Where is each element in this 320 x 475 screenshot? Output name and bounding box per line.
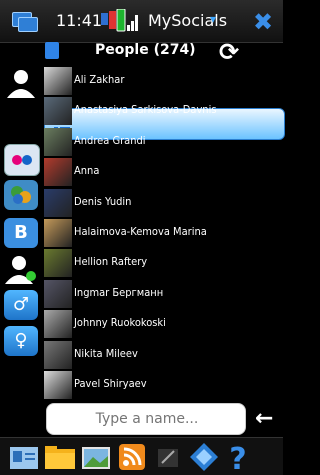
vkontakte-icon[interactable]: B xyxy=(4,218,38,248)
avatar xyxy=(44,188,72,217)
avatar xyxy=(44,127,72,156)
contact-row[interactable]: Ingmar Бергманн xyxy=(44,278,283,308)
avatar xyxy=(44,97,72,126)
page-title: People (274) xyxy=(95,42,196,58)
avatar xyxy=(44,158,72,187)
contacts-icon xyxy=(45,42,59,59)
flickr-icon[interactable] xyxy=(4,144,40,176)
filter-all-people-icon[interactable] xyxy=(4,68,38,98)
search-field[interactable] xyxy=(46,403,247,435)
contact-name: Andrea Grandi xyxy=(74,133,146,147)
clock: 11:41 xyxy=(56,11,103,30)
avatar xyxy=(44,67,72,95)
contact-name: Ali Zakhar xyxy=(74,73,125,86)
photos-icon[interactable] xyxy=(80,441,112,473)
avatar xyxy=(44,249,72,278)
diamond-icon[interactable] xyxy=(188,441,220,473)
contact-row[interactable]: Johnny Ruokokoski xyxy=(44,308,283,339)
contact-row[interactable]: Anastasiya Sarkisova-Davnis xyxy=(44,95,283,126)
male-icon[interactable]: ♂ xyxy=(4,290,38,320)
contact-row[interactable]: Nikita Mileev xyxy=(44,339,283,369)
task-switcher-icon[interactable] xyxy=(12,12,38,32)
app-toolbar: ? xyxy=(0,437,283,475)
people-list: Ali Zakhar Anastasiya Sarkisova-Davnis And… xyxy=(44,65,283,399)
contact-row[interactable]: Denis Yudin xyxy=(44,187,283,217)
help-icon[interactable]: ? xyxy=(222,441,254,473)
contact-row[interactable]: Hellion Raftery xyxy=(44,247,283,278)
avatar xyxy=(44,340,72,369)
folder-icon[interactable] xyxy=(44,441,76,473)
name-search-input[interactable] xyxy=(47,404,247,434)
filter-online-people-icon[interactable] xyxy=(4,254,38,284)
msn-icon[interactable] xyxy=(4,180,38,210)
filter-sidebar: B ♂ ♀ xyxy=(0,64,285,402)
avatar xyxy=(44,279,72,308)
contact-name: Johnny Ruokokoski xyxy=(74,316,166,330)
contact-name: Denis Yudin xyxy=(74,194,132,208)
contact-name: Nikita Mileev xyxy=(74,346,138,360)
contact-name: Anastasiya Sarkisova-Davnis xyxy=(74,103,217,117)
contact-name: Pavel Shiryaev xyxy=(74,376,147,390)
status-bar: 11:41 MySocials ▾ ✖ xyxy=(0,0,283,43)
contact-name: Anna xyxy=(74,164,100,178)
contacts-app-icon[interactable] xyxy=(8,441,40,473)
contact-name: Halaimova-Kemova Marina xyxy=(74,224,207,238)
back-arrow-icon[interactable]: ← xyxy=(255,406,273,431)
contact-row[interactable]: Ali Zakhar xyxy=(44,65,283,95)
avatar xyxy=(44,370,72,399)
rss-icon[interactable] xyxy=(116,441,148,473)
contact-row[interactable]: Pavel Shiryaev xyxy=(44,369,283,399)
close-icon[interactable]: ✖ xyxy=(253,8,273,36)
refresh-icon[interactable]: ⟳ xyxy=(219,38,239,66)
avatar xyxy=(44,218,72,247)
svg-text:?: ? xyxy=(229,442,246,473)
contact-row[interactable]: Halaimova-Kemova Marina xyxy=(44,217,283,247)
status-indicators-icon xyxy=(101,9,138,32)
pen-icon[interactable] xyxy=(152,441,184,473)
list-header: People (274) ⟳ xyxy=(41,38,283,66)
female-icon[interactable]: ♀ xyxy=(4,326,38,356)
contact-name: Ingmar Бергманн xyxy=(74,285,164,299)
chevron-down-icon[interactable]: ▾ xyxy=(210,12,216,26)
contact-name: Hellion Raftery xyxy=(74,255,148,269)
contact-row[interactable]: Andrea Grandi xyxy=(44,126,283,156)
avatar xyxy=(44,310,72,339)
contact-row[interactable]: Anna xyxy=(44,156,283,187)
